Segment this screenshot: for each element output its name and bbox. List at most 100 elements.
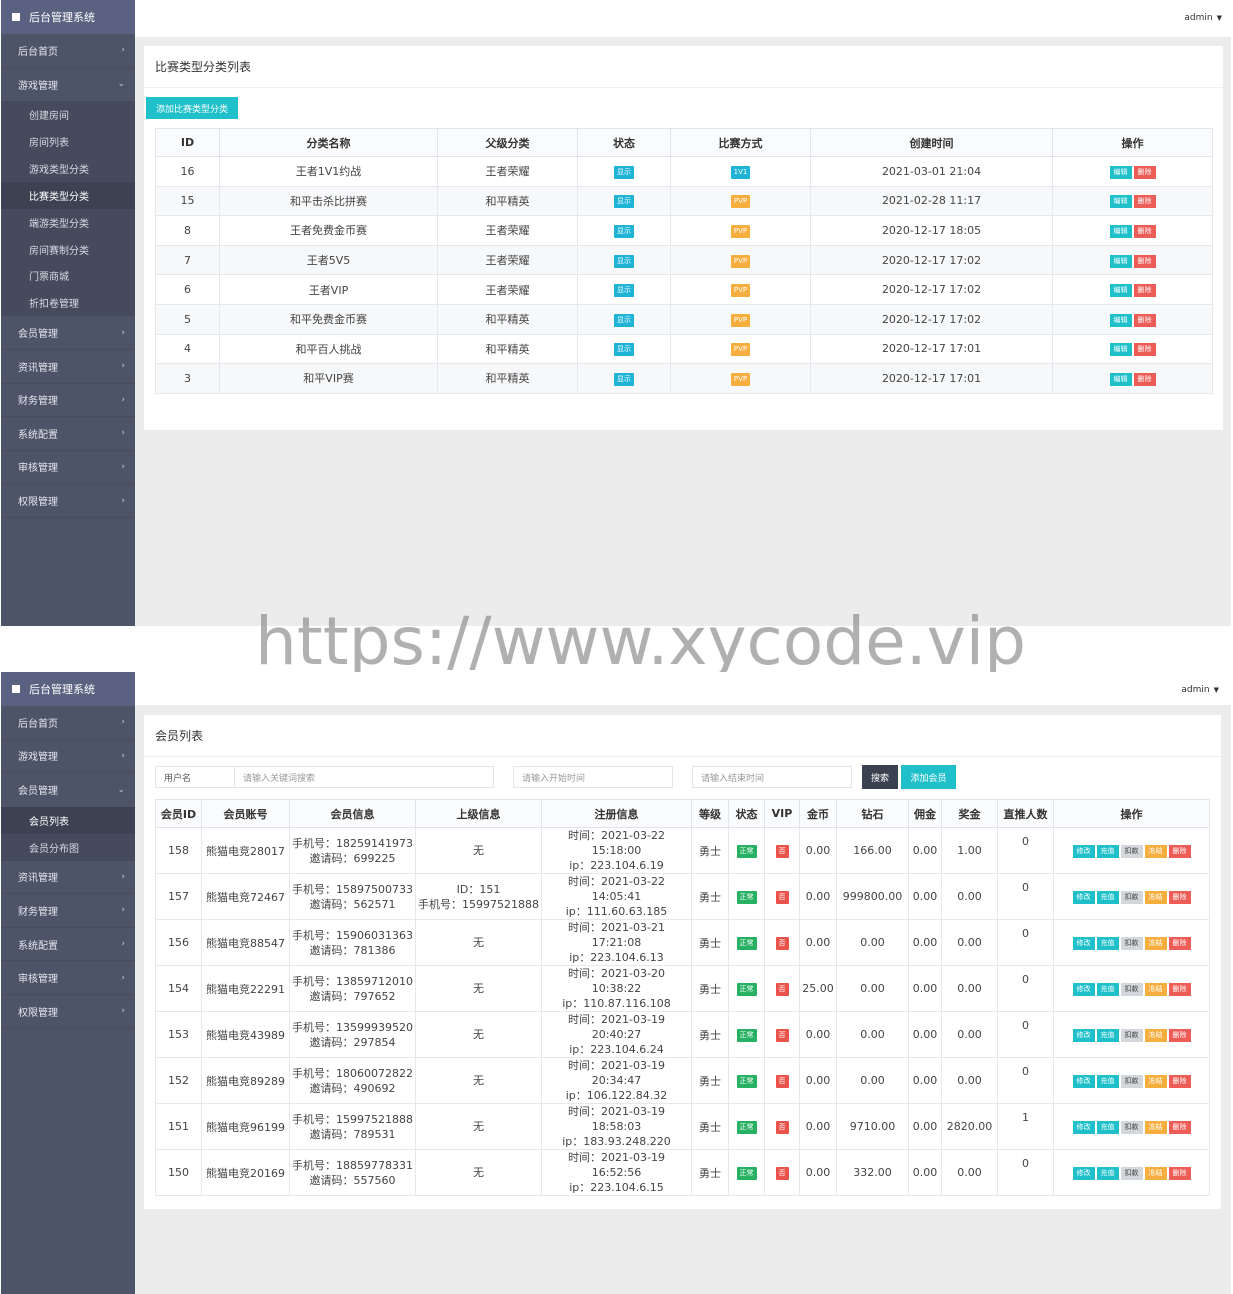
deduct-button[interactable]: 扣款 xyxy=(1120,983,1143,996)
submenu-item[interactable]: 创建房间 xyxy=(1,101,135,128)
delete-button[interactable]: 删除 xyxy=(1168,1029,1191,1042)
edit-button[interactable]: 编辑 xyxy=(1109,224,1132,238)
submenu-item[interactable]: 会员分布图 xyxy=(1,834,135,861)
delete-button[interactable]: 删除 xyxy=(1133,224,1156,238)
recharge-button[interactable]: 充值 xyxy=(1096,891,1119,904)
col-header: 奖金 xyxy=(941,799,998,828)
delete-button[interactable]: 删除 xyxy=(1133,284,1156,298)
cell-account: 熊猫电竞28017 xyxy=(201,827,290,874)
menu-item-game[interactable]: 游戏管理 › xyxy=(1,740,135,774)
submenu-item[interactable]: 会员列表 xyxy=(1,806,135,834)
recharge-button[interactable]: 充值 xyxy=(1096,1075,1119,1088)
delete-button[interactable]: 删除 xyxy=(1168,937,1191,950)
search-button[interactable]: 搜索 xyxy=(862,765,898,789)
menu-item-member[interactable]: 会员管理 ⌄ xyxy=(1,773,135,807)
submenu-item[interactable]: 折扣卷管理 xyxy=(1,289,135,316)
menu-item[interactable]: 会员管理 › xyxy=(1,316,135,350)
freeze-button[interactable]: 冻结 xyxy=(1144,845,1167,858)
deduct-button[interactable]: 扣款 xyxy=(1120,1167,1143,1180)
edit-button[interactable]: 编辑 xyxy=(1109,284,1132,298)
user-menu[interactable]: admin ▼ xyxy=(1184,13,1222,23)
recharge-button[interactable]: 充值 xyxy=(1096,983,1119,996)
recharge-button[interactable]: 充值 xyxy=(1096,1167,1119,1180)
start-time-input[interactable]: 请输入开始时间 xyxy=(513,766,673,788)
cell-id: 156 xyxy=(155,919,202,966)
delete-button[interactable]: 删除 xyxy=(1133,195,1156,209)
menu-item[interactable]: 权限管理 › xyxy=(1,484,135,518)
deduct-button[interactable]: 扣款 xyxy=(1120,1029,1143,1042)
modify-button[interactable]: 修改 xyxy=(1072,1075,1095,1088)
deduct-button[interactable]: 扣款 xyxy=(1120,1075,1143,1088)
menu-item[interactable]: 财务管理 › xyxy=(1,894,135,928)
modify-button[interactable]: 修改 xyxy=(1072,845,1095,858)
delete-button[interactable]: 删除 xyxy=(1133,372,1156,386)
menu-item[interactable]: 财务管理 › xyxy=(1,384,135,418)
freeze-button[interactable]: 冻结 xyxy=(1144,1167,1167,1180)
delete-button[interactable]: 删除 xyxy=(1168,1121,1191,1134)
edit-button[interactable]: 编辑 xyxy=(1109,254,1132,268)
recharge-button[interactable]: 充值 xyxy=(1096,1121,1119,1134)
delete-button[interactable]: 删除 xyxy=(1133,343,1156,357)
deduct-button[interactable]: 扣款 xyxy=(1120,937,1143,950)
edit-button[interactable]: 编辑 xyxy=(1109,313,1132,327)
menu-item[interactable]: 系统配置 › xyxy=(1,928,135,962)
freeze-button[interactable]: 冻结 xyxy=(1144,937,1167,950)
cell-status: 正常 xyxy=(728,827,765,874)
delete-button[interactable]: 删除 xyxy=(1168,1075,1191,1088)
menu-item-home[interactable]: 后台首页 › xyxy=(1,706,135,740)
submenu-item[interactable]: 比赛类型分类 xyxy=(1,181,135,209)
delete-button[interactable]: 删除 xyxy=(1133,254,1156,268)
user-menu[interactable]: admin ▼ xyxy=(1181,685,1219,695)
edit-button[interactable]: 编辑 xyxy=(1109,372,1132,386)
recharge-button[interactable]: 充值 xyxy=(1096,1029,1119,1042)
modify-button[interactable]: 修改 xyxy=(1072,891,1095,904)
edit-button[interactable]: 编辑 xyxy=(1109,195,1132,209)
submenu-item[interactable]: 房间列表 xyxy=(1,128,135,155)
edit-button[interactable]: 编辑 xyxy=(1109,165,1132,179)
menu-item[interactable]: 审核管理 › xyxy=(1,961,135,995)
menu-item[interactable]: 系统配置 › xyxy=(1,417,135,451)
delete-button[interactable]: 删除 xyxy=(1133,165,1156,179)
menu-item[interactable]: 权限管理 › xyxy=(1,995,135,1029)
add-member-button[interactable]: 添加会员 xyxy=(901,765,956,789)
deduct-button[interactable]: 扣款 xyxy=(1120,1121,1143,1134)
recharge-button[interactable]: 充值 xyxy=(1096,845,1119,858)
modify-button[interactable]: 修改 xyxy=(1072,1167,1095,1180)
deduct-button[interactable]: 扣款 xyxy=(1120,845,1143,858)
modify-button[interactable]: 修改 xyxy=(1072,1029,1095,1042)
cell-parent-info: 无 xyxy=(415,827,542,874)
modify-button[interactable]: 修改 xyxy=(1072,983,1095,996)
submenu-item[interactable]: 游戏类型分类 xyxy=(1,155,135,182)
deduct-button[interactable]: 扣款 xyxy=(1120,891,1143,904)
submenu-item[interactable]: 端游类型分类 xyxy=(1,209,135,236)
submenu-item[interactable]: 房间赛制分类 xyxy=(1,236,135,263)
delete-button[interactable]: 删除 xyxy=(1168,983,1191,996)
delete-button[interactable]: 删除 xyxy=(1133,313,1156,327)
menu-label: 后台首页 xyxy=(18,46,58,58)
cell-direct: 0 xyxy=(997,919,1054,966)
keyword-input[interactable]: 请输入关键词搜索 xyxy=(234,766,494,788)
freeze-button[interactable]: 冻结 xyxy=(1144,983,1167,996)
delete-button[interactable]: 删除 xyxy=(1168,1167,1191,1180)
register-ip: ip：223.104.6.13 xyxy=(569,951,664,964)
menu-label: 会员管理 xyxy=(18,329,58,341)
submenu-item[interactable]: 门票商城 xyxy=(1,263,135,290)
modify-button[interactable]: 修改 xyxy=(1072,1121,1095,1134)
freeze-button[interactable]: 冻结 xyxy=(1144,1121,1167,1134)
menu-item[interactable]: 资讯管理 › xyxy=(1,861,135,895)
menu-item[interactable]: 审核管理 › xyxy=(1,451,135,485)
freeze-button[interactable]: 冻结 xyxy=(1144,891,1167,904)
recharge-button[interactable]: 充值 xyxy=(1096,937,1119,950)
menu-item-home[interactable]: 后台首页 › xyxy=(1,34,135,68)
menu-item-game[interactable]: 游戏管理 ⌄ xyxy=(1,68,135,102)
end-time-input[interactable]: 请输入结束时间 xyxy=(692,766,852,788)
menu-item[interactable]: 资讯管理 › xyxy=(1,350,135,384)
freeze-button[interactable]: 冻结 xyxy=(1144,1075,1167,1088)
delete-button[interactable]: 删除 xyxy=(1168,891,1191,904)
edit-button[interactable]: 编辑 xyxy=(1109,343,1132,357)
delete-button[interactable]: 删除 xyxy=(1168,845,1191,858)
freeze-button[interactable]: 冻结 xyxy=(1144,1029,1167,1042)
cell-parent: 王者荣耀 xyxy=(437,244,578,276)
modify-button[interactable]: 修改 xyxy=(1072,937,1095,950)
add-category-button[interactable]: 添加比赛类型分类 xyxy=(146,97,238,119)
